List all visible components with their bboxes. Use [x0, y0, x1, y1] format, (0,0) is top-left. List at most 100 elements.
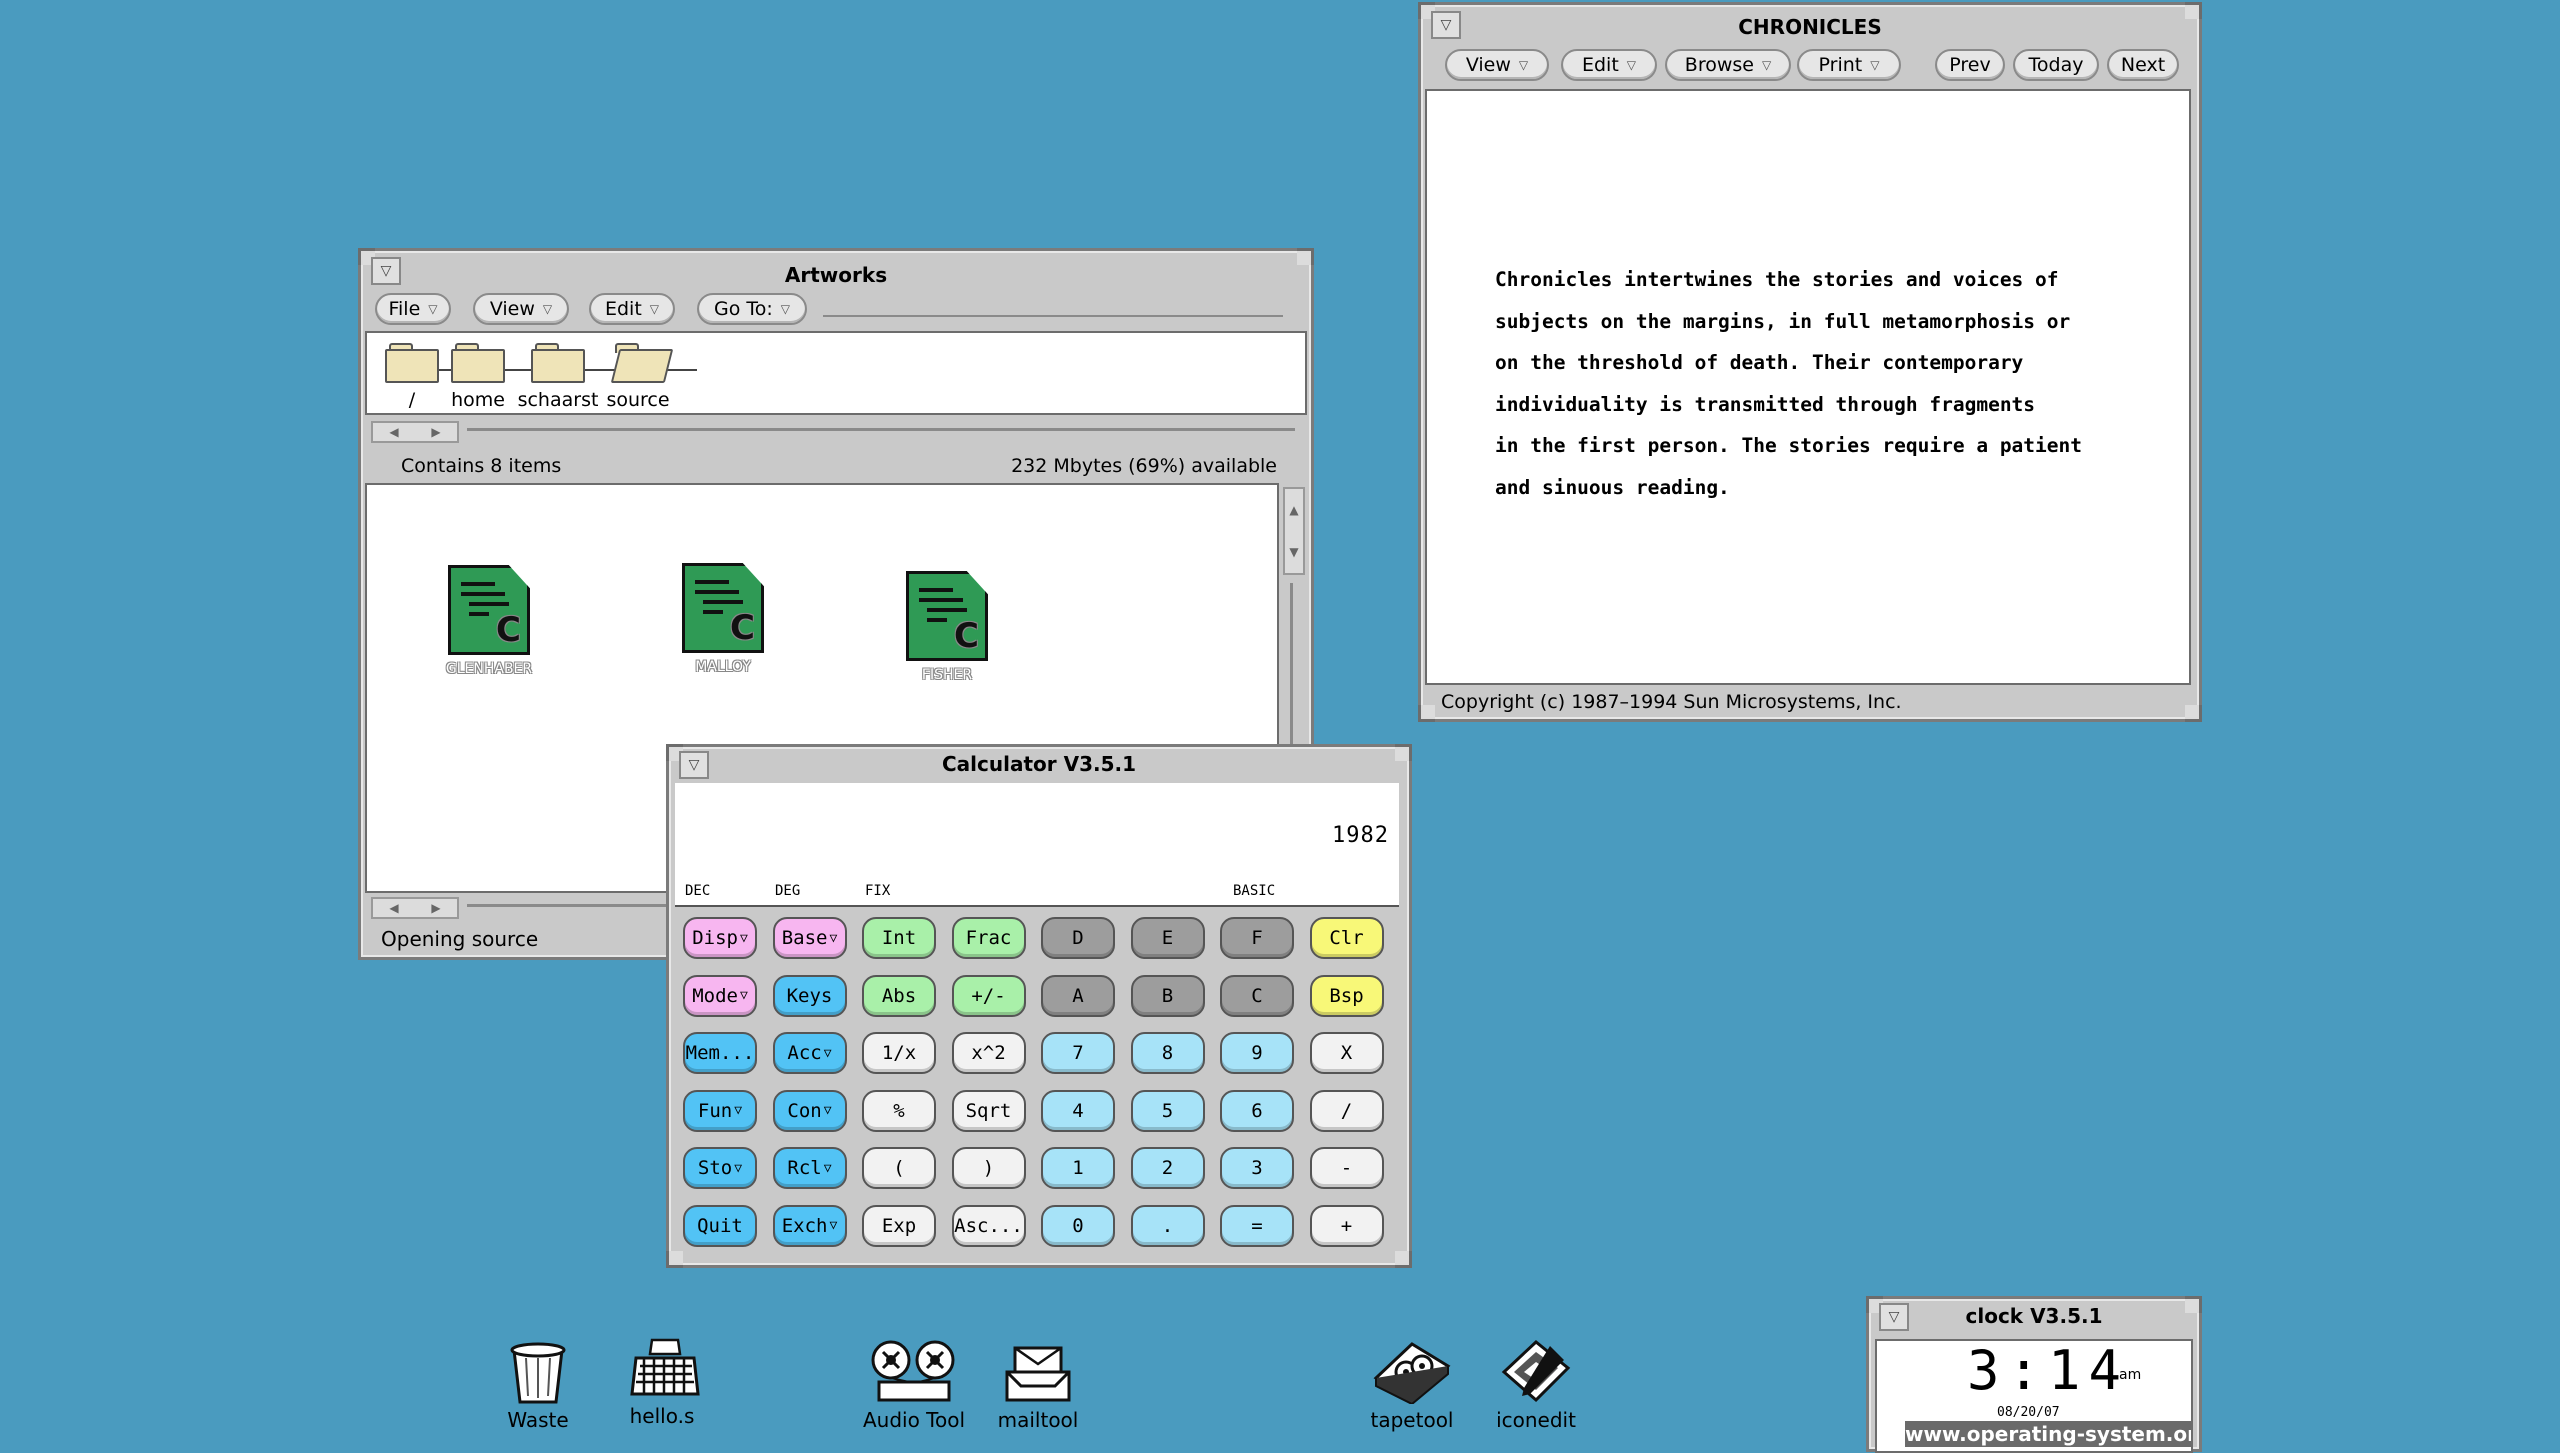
- calc-key-label: 0: [1072, 1214, 1084, 1237]
- path-folder-home[interactable]: home: [433, 343, 523, 411]
- calc-key-3[interactable]: 3: [1220, 1147, 1294, 1189]
- browse-menu-button[interactable]: Browse ▽: [1665, 49, 1791, 81]
- menu-label: Browse: [1684, 54, 1754, 76]
- calc-key-a[interactable]: A: [1041, 974, 1115, 1017]
- calc-key-x[interactable]: X: [1309, 1032, 1384, 1074]
- calc-key-2[interactable]: 2: [1130, 1147, 1205, 1189]
- calc-key-c[interactable]: C: [1220, 974, 1294, 1017]
- calc-key-label: 6: [1251, 1099, 1263, 1122]
- calc-key-label: B: [1161, 984, 1174, 1007]
- window-title: Artworks: [784, 263, 888, 287]
- tape-drive-icon: [1372, 1338, 1452, 1406]
- menu-label: Print: [1818, 54, 1863, 76]
- calc-key-symbol[interactable]: +: [1309, 1204, 1384, 1247]
- folder-label: home: [451, 389, 505, 411]
- print-menu-button[interactable]: Print ▽: [1797, 49, 1901, 81]
- calc-key-clr[interactable]: Clr: [1309, 917, 1384, 959]
- calc-key-quit[interactable]: Quit: [683, 1204, 757, 1247]
- desktop-icon-waste[interactable]: Waste: [478, 1342, 598, 1432]
- file-item[interactable]: C FISHER: [877, 571, 1017, 683]
- item-count: Contains 8 items: [401, 455, 562, 477]
- file-menu-button[interactable]: File ▽: [375, 293, 451, 325]
- calc-key-label: F: [1251, 927, 1263, 949]
- go-to-menu-button[interactable]: Go To: ▽: [697, 293, 807, 325]
- calc-key-1[interactable]: 1: [1041, 1147, 1115, 1189]
- calc-key-fun[interactable]: Fun ▽: [683, 1089, 757, 1132]
- calc-key-b[interactable]: B: [1130, 974, 1205, 1017]
- calc-key-d[interactable]: D: [1041, 917, 1115, 959]
- calc-key-acc[interactable]: Acc ▽: [772, 1032, 847, 1074]
- edit-menu-button[interactable]: Edit ▽: [1561, 49, 1657, 81]
- desktop-icon-audio-tool[interactable]: Audio Tool: [854, 1338, 974, 1432]
- scroll-arrows[interactable]: ◀ ▶: [371, 421, 459, 443]
- view-menu-button[interactable]: View ▽: [473, 293, 569, 325]
- calc-key-5[interactable]: 5: [1130, 1089, 1205, 1132]
- calc-key-f[interactable]: F: [1220, 917, 1294, 959]
- dropdown-triangle-icon: ▽: [823, 1160, 832, 1176]
- path-horizontal-scrollbar[interactable]: ◀ ▶: [371, 419, 1301, 443]
- calc-key-symbol[interactable]: %: [862, 1089, 936, 1132]
- calc-key-symbol[interactable]: -: [1309, 1147, 1384, 1189]
- desktop-icon-hello-s[interactable]: hello.s: [602, 1338, 722, 1428]
- desktop-icon-mailtool[interactable]: mailtool: [978, 1342, 1098, 1432]
- path-pane: / home schaarst source: [365, 331, 1307, 415]
- edit-menu-button[interactable]: Edit ▽: [589, 293, 675, 325]
- path-folder-source[interactable]: source: [593, 343, 683, 411]
- calc-key-symbol[interactable]: (: [862, 1147, 936, 1189]
- calc-key-exp[interactable]: Exp: [862, 1204, 936, 1247]
- path-folder-schaarst[interactable]: schaarst: [513, 343, 603, 411]
- prev-button[interactable]: Prev: [1935, 49, 2005, 81]
- calc-key-base[interactable]: Base ▽: [772, 917, 847, 959]
- calc-key-rcl[interactable]: Rcl ▽: [772, 1147, 847, 1189]
- folder-icon: [385, 343, 439, 383]
- calc-key-sqrt[interactable]: Sqrt: [951, 1089, 1026, 1132]
- scroll-track[interactable]: [467, 428, 1295, 431]
- calc-key-int[interactable]: Int: [862, 917, 936, 959]
- calc-key-e[interactable]: E: [1130, 917, 1205, 959]
- calc-key-symbol[interactable]: ): [951, 1147, 1026, 1189]
- calc-key-sto[interactable]: Sto ▽: [683, 1147, 757, 1189]
- calc-key-bsp[interactable]: Bsp: [1309, 974, 1384, 1017]
- calc-key-label: 8: [1161, 1042, 1174, 1064]
- file-item[interactable]: C GLENHABER: [419, 565, 559, 677]
- calc-key-6[interactable]: 6: [1220, 1089, 1294, 1132]
- calc-key-disp[interactable]: Disp ▽: [683, 917, 757, 959]
- resize-corner[interactable]: [1418, 705, 1435, 722]
- calc-key-symbol[interactable]: .: [1130, 1204, 1205, 1247]
- calc-key-7[interactable]: 7: [1041, 1032, 1115, 1074]
- calc-key-symbol[interactable]: /: [1309, 1089, 1384, 1132]
- scroll-arrows[interactable]: ◀ ▶: [371, 897, 459, 919]
- c-source-file-icon: C: [448, 565, 530, 655]
- scroll-arrows[interactable]: ▲ ▼: [1283, 487, 1305, 575]
- today-button[interactable]: Today: [2013, 49, 2099, 81]
- go-to-field[interactable]: [823, 315, 1283, 317]
- calc-key-label: Frac: [965, 927, 1012, 949]
- calc-key-symbol[interactable]: +/-: [951, 974, 1026, 1017]
- resize-corner[interactable]: [2185, 705, 2202, 722]
- calc-key-4[interactable]: 4: [1041, 1089, 1115, 1132]
- calc-key-abs[interactable]: Abs: [862, 974, 936, 1017]
- next-button[interactable]: Next: [2107, 49, 2179, 81]
- calc-key-asc[interactable]: Asc...: [951, 1204, 1026, 1247]
- calc-key-mode[interactable]: Mode ▽: [683, 974, 757, 1017]
- calc-key-label: Mode: [692, 984, 738, 1007]
- desktop-icon-tapetool[interactable]: tapetool: [1352, 1338, 1472, 1432]
- calc-key-exch[interactable]: Exch ▽: [772, 1204, 847, 1247]
- calc-key-symbol[interactable]: =: [1220, 1204, 1294, 1247]
- calc-key-keys[interactable]: Keys: [772, 974, 847, 1017]
- view-menu-button[interactable]: View ▽: [1445, 49, 1549, 81]
- calc-key-label: =: [1251, 1214, 1263, 1237]
- calc-key-9[interactable]: 9: [1220, 1032, 1294, 1074]
- journal-text-pane[interactable]: Chronicles intertwines the stories and v…: [1425, 89, 2191, 685]
- calc-key-label: x^2: [971, 1042, 1006, 1064]
- calc-key-8[interactable]: 8: [1130, 1032, 1205, 1074]
- desktop-icon-iconedit[interactable]: iconedit: [1476, 1338, 1596, 1432]
- dropdown-triangle-icon: ▽: [649, 302, 660, 316]
- calc-key-1-x[interactable]: 1/x: [862, 1032, 936, 1074]
- calc-key-frac[interactable]: Frac: [951, 917, 1026, 959]
- calc-key-x-2[interactable]: x^2: [951, 1032, 1026, 1074]
- calc-key-con[interactable]: Con ▽: [772, 1089, 847, 1132]
- file-item[interactable]: C MALLOY: [653, 563, 793, 675]
- calc-key-0[interactable]: 0: [1041, 1204, 1115, 1247]
- calc-key-mem[interactable]: Mem...: [683, 1032, 757, 1074]
